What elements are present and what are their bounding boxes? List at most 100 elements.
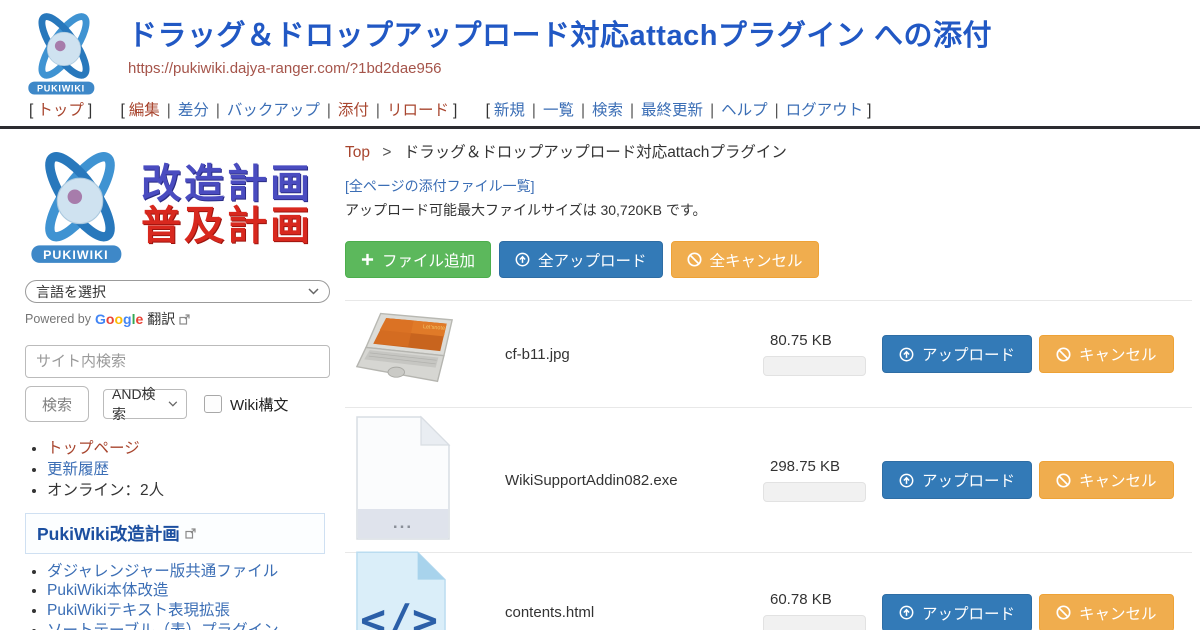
cancel-button[interactable]: キャンセル: [1039, 461, 1174, 499]
svg-text:PUKIWIKI: PUKIWIKI: [43, 248, 108, 262]
nav-link-reload[interactable]: リロード: [387, 102, 449, 119]
sidebar-item-top-page[interactable]: トップページ: [47, 440, 140, 457]
breadcrumb-separator: >: [382, 144, 391, 161]
nav-link-diff[interactable]: 差分: [178, 102, 209, 119]
nav-link-attach[interactable]: 添付: [338, 102, 369, 119]
banner-line1: 改造計画: [141, 163, 313, 205]
search-mode-value: AND検索: [112, 384, 168, 424]
nav-link-edit[interactable]: 編集: [129, 102, 160, 119]
chevron-down-icon: [308, 288, 319, 295]
sidebar-item-text-extension[interactable]: PukiWikiテキスト表現拡張: [47, 602, 230, 619]
file-name: cf-b11.jpg: [505, 346, 763, 363]
cancel-button[interactable]: キャンセル: [1039, 594, 1174, 630]
upload-circle-icon: [899, 473, 914, 488]
top-navbar: [トップ] [編集|差分|バックアップ|添付|リロード] [新規|一覧|検索|最…: [0, 96, 1200, 126]
translate-label: 翻訳: [147, 309, 175, 329]
sidebar-banner[interactable]: PUKIWIKI 改造計画 普及計画: [25, 143, 330, 267]
list-item: ソートテーブル（表）プラグイン: [47, 622, 330, 630]
search-button[interactable]: 検索: [25, 386, 89, 422]
ban-circle-icon: [1056, 605, 1071, 620]
list-item: PukiWikiテキスト表現拡張: [47, 602, 330, 621]
all-attachments-link[interactable]: [全ページの添付ファイル一覧]: [345, 176, 535, 196]
nav-link-list[interactable]: 一覧: [543, 102, 574, 119]
wiki-syntax-label: Wiki構文: [230, 394, 288, 415]
upload-progress-bar: [763, 356, 866, 376]
cancel-all-button[interactable]: 全キャンセル: [671, 241, 819, 278]
external-link-icon: [179, 314, 190, 325]
nav-link-top[interactable]: トップ: [37, 102, 84, 119]
html-code-file-icon: </>: [355, 550, 447, 630]
external-link-icon: [185, 528, 196, 539]
generic-file-icon: ...: [355, 415, 451, 541]
nav-link-new[interactable]: 新規: [494, 102, 525, 119]
file-name: contents.html: [505, 604, 763, 621]
file-row: </> contents.html 60.78 KB アップロード: [345, 553, 1192, 630]
sidebar-item-sort-table[interactable]: ソートテーブル（表）プラグイン: [47, 622, 279, 630]
ban-circle-icon: [687, 252, 702, 267]
file-size: 298.75 KB: [770, 458, 867, 475]
svg-text:PUKIWIKI: PUKIWIKI: [37, 83, 85, 93]
upload-progress-bar: [763, 482, 866, 502]
sidebar-item-online-count: オンライン：2人: [47, 482, 164, 499]
svg-text:...: ...: [393, 513, 413, 532]
sidebar-link-list-top: トップページ 更新履歴 オンライン：2人: [25, 440, 330, 501]
breadcrumb: Top > ドラッグ＆ドロップアップロード対応attachプラグイン: [345, 140, 1192, 162]
sidebar-item-core-mod[interactable]: PukiWiki本体改造: [47, 582, 168, 599]
list-item: トップページ: [47, 440, 330, 459]
file-row: ... WikiSupportAddin082.exe 298.75 KB アッ…: [345, 408, 1192, 553]
svg-text:</>: </>: [360, 595, 438, 630]
file-meta: 80.75 KB: [763, 332, 867, 376]
google-translate-attribution: Powered by Google 翻訳: [25, 309, 330, 329]
wiki-syntax-checkbox[interactable]: [204, 395, 222, 413]
add-file-button[interactable]: ファイル追加: [345, 241, 491, 278]
language-select[interactable]: 言語を選択: [25, 280, 330, 303]
file-row-actions: アップロード キャンセル: [882, 461, 1174, 499]
google-wordmark: Google: [95, 311, 143, 327]
upload-button[interactable]: アップロード: [882, 335, 1032, 373]
sidebar-item-common-files[interactable]: ダジャレンジャー版共通ファイル: [47, 563, 278, 580]
file-meta: 298.75 KB: [763, 458, 867, 502]
sidebar-item-update-history[interactable]: 更新履歴: [47, 461, 109, 478]
nav-link-recent[interactable]: 最終更新: [641, 102, 703, 119]
nav-link-search[interactable]: 検索: [592, 102, 623, 119]
site-search-input[interactable]: [25, 345, 330, 378]
sidebar-link-list-bottom: ダジャレンジャー版共通ファイル PukiWiki本体改造 PukiWikiテキス…: [25, 563, 330, 630]
upload-button[interactable]: アップロード: [882, 594, 1032, 630]
max-upload-size-text: アップロード可能最大ファイルサイズは 30,720KB です。: [345, 200, 1192, 220]
list-item: 更新履歴: [47, 461, 330, 480]
nav-group-page: [編集|差分|バックアップ|添付|リロード]: [116, 102, 461, 119]
sidebar-section-header[interactable]: PukiWiki改造計画: [25, 513, 325, 554]
banner-text: 改造計画 普及計画: [141, 163, 313, 247]
file-row-actions: アップロード キャンセル: [882, 335, 1174, 373]
upload-circle-icon: [515, 252, 530, 267]
breadcrumb-current: ドラッグ＆ドロップアップロード対応attachプラグイン: [404, 144, 787, 161]
upload-progress-bar: [763, 615, 866, 630]
nav-link-logout[interactable]: ログアウト: [786, 102, 864, 119]
pukiwiki-logo-icon: PUKIWIKI: [25, 145, 135, 265]
sidebar: PUKIWIKI 改造計画 普及計画 言語を選択 Powered by Goog…: [25, 139, 330, 630]
file-row: Let'snote cf-b11.jpg 80.75 KB: [345, 301, 1192, 408]
upload-circle-icon: [899, 605, 914, 620]
file-size: 60.78 KB: [770, 591, 867, 608]
list-item: ダジャレンジャー版共通ファイル: [47, 563, 330, 582]
action-bar: ファイル追加 全アップロード 全キャンセル: [345, 241, 1192, 278]
upload-all-button[interactable]: 全アップロード: [499, 241, 663, 278]
page-url[interactable]: https://pukiwiki.dajya-ranger.com/?1bd2d…: [128, 60, 992, 77]
search-mode-select[interactable]: AND検索: [103, 389, 187, 419]
ban-circle-icon: [1056, 473, 1071, 488]
upload-button[interactable]: アップロード: [882, 461, 1032, 499]
file-thumbnail: ...: [345, 415, 505, 546]
breadcrumb-home-link[interactable]: Top: [345, 144, 370, 161]
plus-icon: [361, 253, 374, 266]
upload-circle-icon: [899, 347, 914, 362]
cancel-button[interactable]: キャンセル: [1039, 335, 1174, 373]
pukiwiki-logo-icon: PUKIWIKI: [22, 8, 106, 96]
main-content: Top > ドラッグ＆ドロップアップロード対応attachプラグイン [全ページ…: [345, 139, 1200, 630]
header-text: ドラッグ＆ドロップアップロード対応attachプラグイン への添付 https:…: [128, 8, 992, 96]
page-title: ドラッグ＆ドロップアップロード対応attachプラグイン への添付: [128, 20, 992, 53]
nav-group-site: [新規|一覧|検索|最終更新|ヘルプ|ログアウト]: [482, 102, 876, 119]
nav-link-backup[interactable]: バックアップ: [227, 102, 320, 119]
file-thumbnail: Let'snote: [345, 311, 505, 398]
file-name: WikiSupportAddin082.exe: [505, 472, 763, 489]
nav-link-help[interactable]: ヘルプ: [721, 102, 768, 119]
